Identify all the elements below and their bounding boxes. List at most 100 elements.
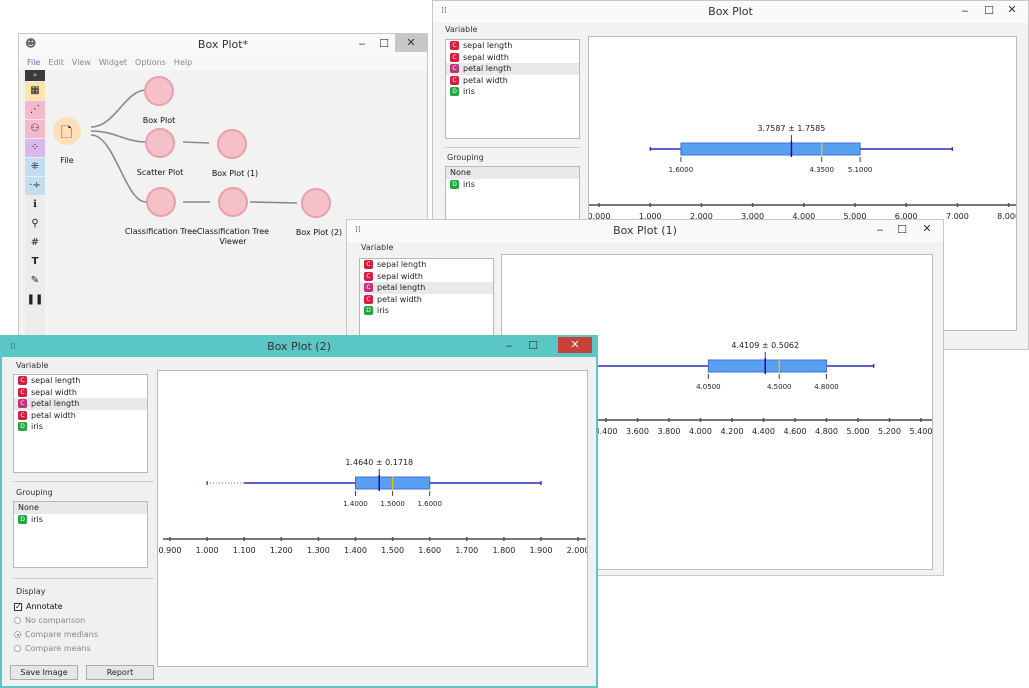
mean-annotation: 4.4109 ± 0.5062 (731, 341, 799, 350)
menu-view[interactable]: View (72, 56, 91, 70)
tree-icon[interactable]: ⚇ (25, 120, 45, 138)
tick-label: 5.200 (878, 427, 901, 436)
title-bar: ☻ Box Plot* ‒ ☐ ✕ (19, 34, 427, 56)
variable-list[interactable]: Csepal length Csepal width Cpetal length… (445, 39, 580, 139)
menu-help[interactable]: Help (174, 56, 192, 70)
maximize-button[interactable]: ☐ (522, 339, 544, 353)
tick-label: 1.400 (344, 546, 367, 555)
boxplot1-node[interactable] (217, 129, 247, 159)
variable-label: Variable (361, 243, 394, 252)
list-item[interactable]: Diris (446, 179, 579, 191)
list-item[interactable]: Csepal length (446, 40, 579, 52)
tick-label: 3.600 (626, 427, 649, 436)
menu-widget[interactable]: Widget (99, 56, 127, 70)
divider (13, 578, 154, 579)
save-image-button[interactable]: Save Image (10, 665, 78, 680)
dots-icon[interactable]: ⁘ (25, 139, 45, 157)
node-label-file: File (60, 156, 74, 165)
maximize-button[interactable]: ☐ (373, 37, 395, 51)
info-icon[interactable]: ℹ (25, 196, 45, 214)
viewer-node[interactable] (218, 187, 248, 217)
menu-options[interactable]: Options (135, 56, 166, 70)
node-label-boxplot2: Box Plot (2) (295, 228, 343, 237)
tick-label: 8.000 (997, 212, 1017, 221)
compare-means-radio[interactable]: Compare means (14, 644, 91, 653)
title-bar: ⁞⁞ Box Plot (1) ‒ ☐ ✕ (347, 220, 943, 242)
window-title: Box Plot (1) (613, 224, 677, 237)
no-comparison-radio[interactable]: No comparison (14, 616, 85, 625)
list-item[interactable]: Cpetal length (360, 282, 493, 294)
list-item[interactable]: Csepal width (14, 387, 147, 399)
tick-label: 1.200 (270, 546, 293, 555)
file-node[interactable]: 🗋 (53, 117, 81, 145)
list-item[interactable]: None (14, 502, 147, 514)
variable-list[interactable]: Csepal length Csepal width Cpetal length… (13, 374, 148, 473)
tick-label: 4.200 (721, 427, 744, 436)
list-item[interactable]: Cpetal length (446, 63, 579, 75)
pause-icon[interactable]: ❚❚ (25, 291, 45, 309)
list-item[interactable]: Cpetal width (360, 294, 493, 306)
classtree-node[interactable] (146, 187, 176, 217)
toolbox: » ▦ ⋰ ⚇ ⁘ ⁜ ·÷ ℹ ⚲ # T ✎ ❚❚ ◉ (25, 70, 45, 342)
list-item[interactable]: Cpetal width (446, 75, 579, 87)
node-label-viewer: Classification Tree (196, 227, 270, 236)
tick-label: 1.500 (381, 546, 404, 555)
collapse-icon[interactable]: » (25, 70, 45, 81)
list-item[interactable]: Csepal width (360, 271, 493, 283)
iqr-box (707, 359, 827, 373)
list-item[interactable]: Csepal length (360, 259, 493, 271)
menu-bar: File Edit View Widget Options Help (19, 56, 427, 70)
list-item[interactable]: Cpetal width (14, 410, 147, 422)
quartile-label: 4.3500 (809, 166, 834, 174)
close-button[interactable]: ✕ (558, 337, 592, 353)
key-icon[interactable]: ⚲ (25, 215, 45, 233)
tick-label: 1.900 (530, 546, 553, 555)
variable-list[interactable]: Csepal length Csepal width Cpetal length… (359, 258, 494, 343)
scatter-icon[interactable]: ⋰ (25, 101, 45, 119)
sieve-icon[interactable]: ·÷ (25, 177, 45, 195)
quartile-label: 4.0500 (696, 383, 721, 391)
mean-annotation: 1.4640 ± 0.1718 (345, 458, 413, 467)
grouping-list[interactable]: None Diris (13, 501, 148, 568)
menu-edit[interactable]: Edit (48, 56, 64, 70)
minimize-button[interactable]: ‒ (954, 4, 976, 18)
close-button[interactable]: ✕ (395, 34, 427, 52)
node-label-viewer-line2: Viewer (219, 237, 247, 246)
list-item[interactable]: Csepal width (446, 52, 579, 64)
heatmap-icon[interactable]: ⁜ (25, 158, 45, 176)
mean-annotation: 3.7587 ± 1.7585 (758, 124, 826, 133)
list-item[interactable]: Cpetal length (14, 398, 147, 410)
minimize-button[interactable]: ‒ (351, 37, 373, 51)
list-item[interactable]: Diris (14, 514, 147, 526)
text-icon[interactable]: T (25, 253, 45, 271)
menu-file[interactable]: File (27, 56, 40, 70)
boxplot2-node[interactable] (301, 188, 331, 218)
tick-label: 4.000 (689, 427, 712, 436)
pencil-icon[interactable]: ✎ (25, 272, 45, 290)
annotate-checkbox[interactable]: ✓ Annotate (14, 602, 63, 611)
list-item[interactable]: Csepal length (14, 375, 147, 387)
radio-selected-icon (14, 631, 21, 638)
list-item[interactable]: Diris (446, 86, 579, 98)
list-item[interactable]: Diris (360, 305, 493, 317)
tick-label: 5.000 (847, 427, 870, 436)
radio-icon (14, 645, 21, 652)
list-item[interactable]: None (446, 167, 579, 179)
maximize-button[interactable]: ☐ (891, 223, 913, 237)
compare-medians-radio[interactable]: Compare medians (14, 630, 98, 639)
minimize-button[interactable]: ‒ (869, 223, 891, 237)
minimize-button[interactable]: ‒ (498, 339, 520, 353)
close-button[interactable]: ✕ (996, 1, 1028, 19)
report-button[interactable]: Report (86, 665, 154, 680)
boxplot-node[interactable] (144, 76, 174, 106)
tick-label: 1.600 (418, 546, 441, 555)
tick-label: 1.100 (233, 546, 256, 555)
hash-icon[interactable]: # (25, 234, 45, 252)
data-table-icon[interactable]: ▦ (25, 82, 45, 100)
tick-label: 4.800 (815, 427, 838, 436)
scatter-node[interactable] (145, 128, 175, 158)
tick-label: 1.800 (492, 546, 515, 555)
list-item[interactable]: Diris (14, 421, 147, 433)
close-button[interactable]: ✕ (911, 220, 943, 238)
tick-label: 0.900 (159, 546, 182, 555)
